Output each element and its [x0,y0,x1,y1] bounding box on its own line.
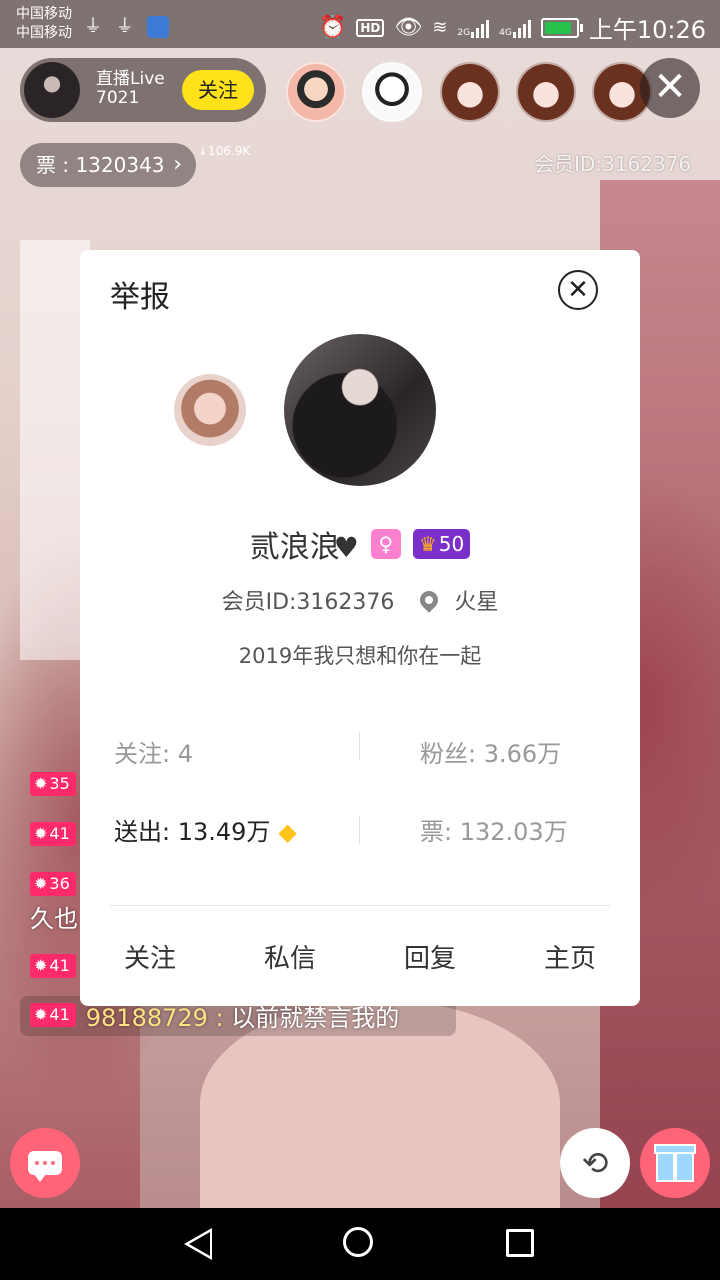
chat-message: 41 [30,821,76,847]
usb-icon: ⏚ [115,16,134,37]
navigation-bar [0,1208,720,1280]
user-level-badge: 41 [30,822,76,846]
follow-host-button[interactable]: 关注 [182,70,254,110]
host-info: 直播Live 7021 [96,70,165,108]
chat-message: 41 [30,953,76,979]
viewer-avatar[interactable] [440,62,500,122]
chevron-right-icon: › [173,152,182,177]
host-avatar[interactable] [24,62,80,118]
clock: 上午10:26 [588,16,706,44]
gift-button[interactable] [640,1128,710,1198]
chat-message: 35 [30,771,76,797]
gifts-sent-value: 送出: 13.49万 [114,818,271,846]
fans-count[interactable]: 粉丝: 3.66万 [420,734,561,769]
carrier-1: 中国移动 [16,6,72,22]
user-signature: 2019年我只想和你在一起 [238,644,482,668]
recent-apps-icon[interactable] [506,1229,534,1257]
host-name: 直播Live [96,69,165,89]
report-button[interactable]: 举报 [110,272,170,316]
member-id: 会员ID:3162376 [221,590,395,615]
battery-icon [540,17,583,38]
user-level-badge: 41 [30,954,76,978]
level-value: 50 [438,532,465,556]
user-level-badge: 35 [30,772,76,796]
stat-divider [359,816,360,844]
location-pin-icon [416,587,443,613]
signal-icon: 4G [499,18,531,38]
chat-message: 久也 [20,903,78,933]
home-icon[interactable] [343,1227,373,1257]
viewer-avatar[interactable] [362,62,422,122]
chat-bubble-icon [28,1151,62,1182]
usb-icon: ⏚ [84,16,102,37]
status-bar: 中国移动 中国移动 ⏚ ⏚ ⏰ HD 👁 ≋ 2G 4G 上午10:26 [0,0,720,48]
network-speed: ↓106.9K [198,144,251,158]
chat-nickname[interactable]: 98188729 : [86,1004,232,1032]
chat-message: 36 [30,871,76,897]
viewer-avatar[interactable] [286,62,346,122]
tickets-received: 票: 132.03万 [420,818,568,846]
user-level-badge: 41 [30,1003,76,1027]
homepage-button[interactable]: 主页 [500,938,640,975]
system-indicators: ⏰ HD 👁 ≋ 2G 4G 上午10:26 [319,10,706,45]
host-member-id: 会员ID:3162376 [534,152,692,176]
eye-comfort-icon: 👁 [394,15,423,40]
following-count[interactable]: 关注: 4 [114,734,193,769]
secondary-avatar[interactable] [174,374,246,446]
hd-icon: HD [356,18,385,37]
alarm-icon: ⏰ [318,15,347,40]
diamond-icon: ◆ [278,818,297,846]
chat-content: 以前就禁言我的 [231,1003,400,1032]
back-icon[interactable] [184,1228,212,1260]
close-icon[interactable]: ✕ [558,270,598,310]
avatar[interactable] [284,334,436,486]
follow-button[interactable]: 关注 [80,938,220,975]
signal-icon: 2G [457,18,490,38]
ticket-count-button[interactable]: 票 : 1320343 › [20,143,196,187]
private-message-button[interactable]: 私信 [220,938,360,975]
carrier-labels: 中国移动 中国移动 [16,5,72,43]
ticket-count: 票 : 1320343 [36,153,165,177]
user-name: 贰浪浪 [249,530,340,565]
close-live-button[interactable]: ✕ [640,58,700,118]
network-type-2: 4G [499,27,512,38]
female-icon: ♀ [370,529,401,559]
host-id: 7021 [96,88,140,108]
reply-button[interactable]: 回复 [360,938,500,975]
user-level-badge: 36 [30,872,76,896]
level-badge: ♛ 50 [412,529,471,559]
chat-button[interactable] [10,1128,80,1198]
chat-text: 久也 [30,904,78,933]
user-name-wrap: 贰浪浪♥ [250,522,359,566]
location: 火星 [454,590,499,615]
carrier-2: 中国移动 [16,25,72,41]
notification-icons: ⏚ ⏚ [84,12,177,38]
stat-divider [359,732,360,760]
wifi-icon: ≋ [432,17,448,38]
user-name-row: 贰浪浪♥ ♀ ♛ 50 [80,522,640,566]
gift-icon [654,1144,696,1182]
host-card[interactable]: 直播Live 7021 关注 [20,58,266,122]
divider [110,905,610,906]
user-profile-dialog: 举报 ✕ 贰浪浪♥ ♀ ♛ 50 会员ID:3162376 火星 2019年我只想… [80,250,640,1006]
crown-icon: ♛ [418,532,437,556]
user-info-row: 会员ID:3162376 火星 [80,584,640,616]
viewer-avatar[interactable] [516,62,576,122]
network-type-1: 2G [457,27,471,38]
share-icon[interactable]: ⟲ [560,1128,630,1198]
app-notification-icon [147,16,170,38]
gifts-sent: 送出: 13.49万 ◆ [114,812,297,847]
heart-icon: ♥ [333,531,359,564]
